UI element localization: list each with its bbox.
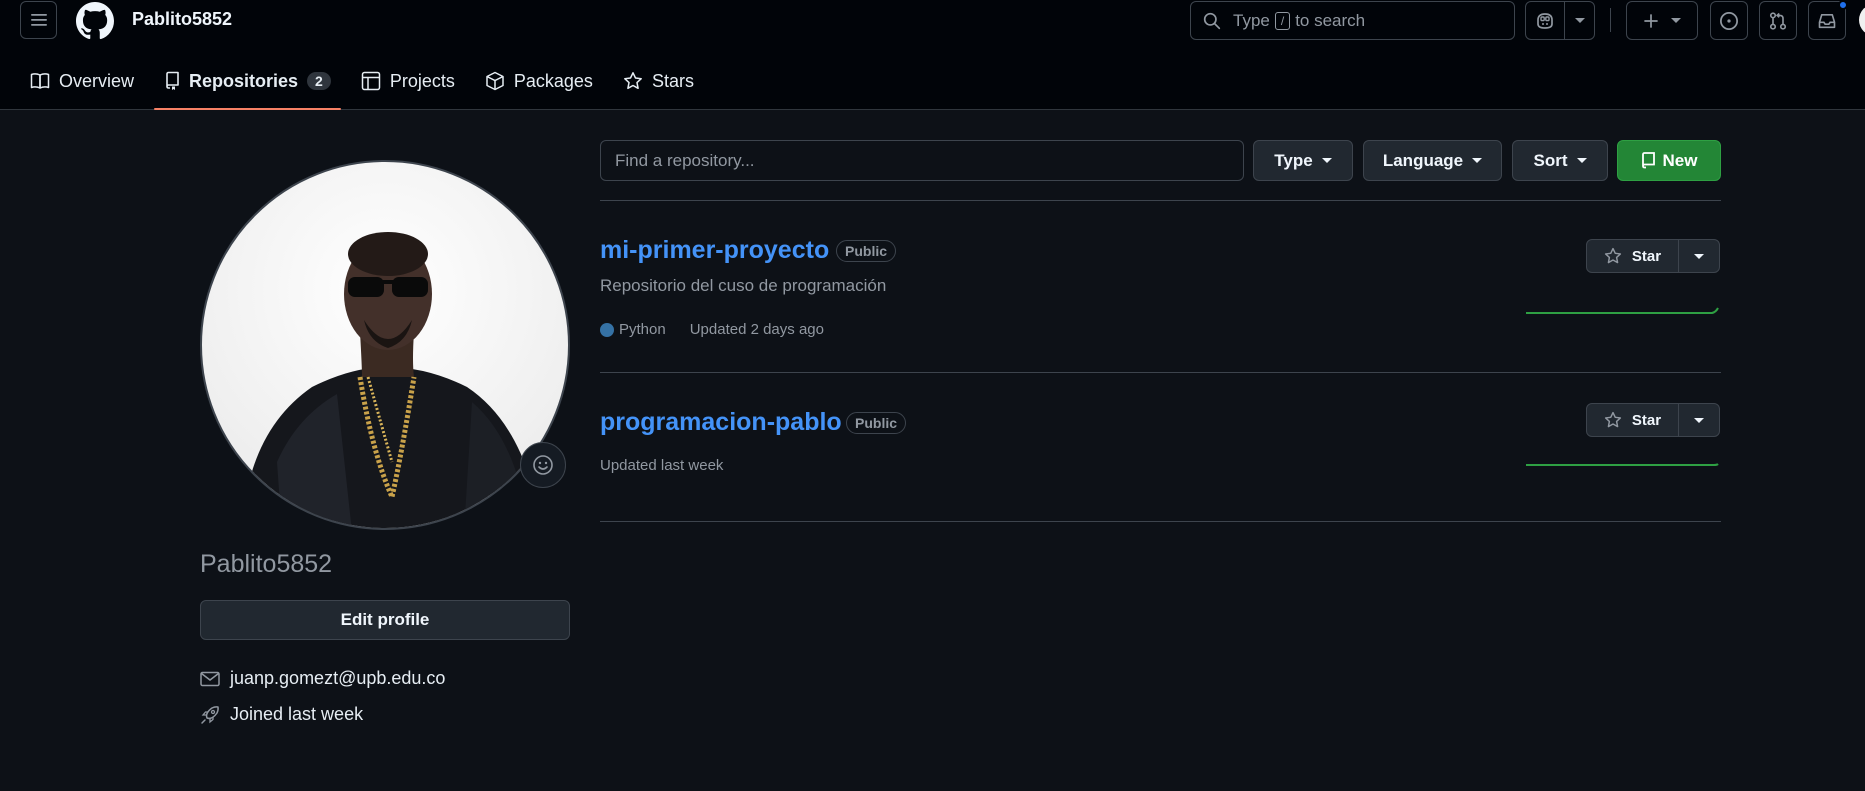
star-button[interactable]: Star <box>1587 240 1679 272</box>
tab-repositories-label: Repositories <box>189 70 299 91</box>
profile-tabs: Overview Repositories 2 Projects Package… <box>20 62 714 110</box>
issues-button[interactable] <box>1710 1 1748 40</box>
star-list-dropdown[interactable] <box>1679 240 1719 272</box>
divider <box>600 521 1721 522</box>
smiley-icon <box>533 455 553 475</box>
star-button-label: Star <box>1631 247 1662 265</box>
hamburger-icon <box>30 14 47 26</box>
copilot-dropdown[interactable] <box>1565 18 1594 23</box>
language-filter-label: Language <box>1382 150 1464 170</box>
chevron-down-icon <box>1321 158 1332 163</box>
set-status-button[interactable] <box>520 442 566 488</box>
search-suffix-text: to search <box>1295 10 1366 30</box>
notification-indicator <box>1838 0 1848 10</box>
profile-photo <box>200 160 570 530</box>
language-color-dot <box>600 322 614 337</box>
tab-stars-label: Stars <box>651 70 694 91</box>
tab-projects[interactable]: Projects <box>351 62 465 100</box>
repositories-count-badge: 2 <box>307 72 331 90</box>
repo-meta: Python Updated 2 days ago <box>600 321 824 338</box>
search-prefix-text: Type <box>1233 10 1270 30</box>
new-repository-label: New <box>1662 150 1698 170</box>
copilot-button[interactable] <box>1525 1 1595 40</box>
language-filter-button[interactable]: Language <box>1363 140 1502 181</box>
star-icon <box>1604 247 1622 264</box>
plus-icon <box>1644 13 1658 28</box>
issues-icon <box>1720 11 1738 30</box>
visibility-badge: Public <box>846 412 907 434</box>
copilot-icon <box>1537 12 1553 29</box>
star-icon <box>623 72 642 90</box>
repo-language: Python <box>619 321 666 338</box>
chevron-down-icon <box>1574 18 1585 23</box>
chevron-down-icon <box>1694 253 1704 259</box>
search-shortcut-key: / <box>1274 11 1291 30</box>
pull-requests-button[interactable] <box>1759 1 1797 40</box>
create-new-button[interactable] <box>1626 1 1698 40</box>
profile-email[interactable]: juanp.gomezt@upb.edu.co <box>230 668 445 689</box>
header-username[interactable]: Pablito5852 <box>132 9 232 30</box>
profile-joined: Joined last week <box>230 704 364 724</box>
repo-icon <box>166 71 179 90</box>
pull-request-icon <box>1769 11 1787 30</box>
chevron-down-icon <box>1694 417 1704 423</box>
header-divider <box>1610 8 1611 32</box>
sort-label: Sort <box>1533 150 1568 170</box>
repo-updated: Updated last week <box>600 457 724 474</box>
tab-packages-label: Packages <box>513 70 593 91</box>
profile-joined-row: Joined last week <box>200 704 363 725</box>
table-icon <box>361 71 381 91</box>
tab-repositories[interactable]: Repositories 2 <box>154 62 341 110</box>
activity-sparkline <box>1526 307 1719 314</box>
sort-button[interactable]: Sort <box>1512 140 1608 181</box>
profile-email-row: juanp.gomezt@upb.edu.co <box>200 668 445 689</box>
global-header: Pablito5852 Type / to search Overview Re… <box>0 0 1865 110</box>
book-icon <box>30 73 50 89</box>
package-icon <box>486 71 504 91</box>
repo-name-link[interactable]: mi-primer-proyecto <box>600 236 829 265</box>
edit-profile-button[interactable]: Edit profile <box>200 600 570 640</box>
star-button[interactable]: Star <box>1587 404 1679 436</box>
profile-username: Pablito5852 <box>200 550 333 578</box>
tab-overview-label: Overview <box>59 70 135 91</box>
chevron-down-icon <box>1576 158 1587 163</box>
menu-button[interactable] <box>20 1 57 39</box>
find-repository-input[interactable] <box>600 140 1244 181</box>
global-search[interactable]: Type / to search <box>1190 1 1515 40</box>
star-button-label: Star <box>1631 411 1662 429</box>
divider <box>600 372 1721 373</box>
search-icon <box>1203 12 1221 29</box>
star-icon <box>1604 411 1622 428</box>
tab-packages[interactable]: Packages <box>475 62 603 100</box>
type-filter-label: Type <box>1274 150 1313 170</box>
user-avatar[interactable] <box>1859 4 1865 36</box>
star-button-group: Star <box>1586 239 1720 273</box>
chevron-down-icon <box>1671 18 1681 23</box>
divider <box>600 200 1721 201</box>
type-filter-button[interactable]: Type <box>1253 140 1353 181</box>
tab-stars[interactable]: Stars <box>613 62 704 100</box>
inbox-icon <box>1818 13 1836 28</box>
rocket-icon <box>201 705 219 724</box>
new-repository-button[interactable]: New <box>1617 140 1721 181</box>
activity-sparkline <box>1526 463 1719 466</box>
star-button-group: Star <box>1586 403 1720 437</box>
chevron-down-icon <box>1472 158 1483 163</box>
tab-overview[interactable]: Overview <box>20 62 144 100</box>
visibility-badge: Public <box>836 240 897 262</box>
repo-meta: Updated last week <box>600 457 723 474</box>
star-list-dropdown[interactable] <box>1679 404 1719 436</box>
repo-name-link[interactable]: programacion-pablo <box>600 408 842 437</box>
mail-icon <box>200 671 220 686</box>
repo-icon <box>1641 152 1655 169</box>
repo-description: Repositorio del cuso de programación <box>600 276 887 295</box>
github-logo-icon[interactable] <box>76 2 114 40</box>
tab-projects-label: Projects <box>389 70 455 91</box>
repo-updated: Updated 2 days ago <box>689 321 824 338</box>
